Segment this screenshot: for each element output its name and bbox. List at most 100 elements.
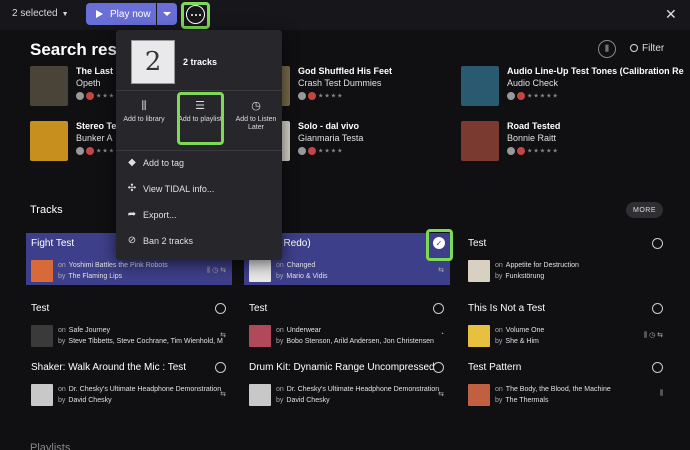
on-label: on — [58, 327, 66, 334]
track-artist-line: by David Chesky — [58, 397, 112, 404]
filter-label: Filter — [642, 43, 665, 54]
selection-count-dropdown[interactable]: 2 selected ▼ — [12, 8, 69, 19]
track-card[interactable]: Test on Safe Journey by Steve Tibbetts, Stev… — [26, 298, 232, 350]
album-card[interactable]: Road Tested Bonnie Raitt ★★★★★ — [461, 121, 681, 161]
by-label: by — [276, 338, 284, 345]
play-options-dropdown[interactable] — [157, 3, 177, 25]
track-status-icons: ⇆ — [220, 391, 226, 398]
track-artist-link[interactable]: The Flaming Lips — [68, 273, 122, 280]
track-artist-link[interactable]: Mario & Vidis — [286, 273, 327, 280]
track-artist-link[interactable]: Bobo Stenson, Arild Andersen, Jon Christ… — [286, 338, 433, 345]
by-label: by — [495, 338, 503, 345]
star-rating: ★★★★★ — [527, 148, 559, 155]
track-artist-link[interactable]: Steve Tibbetts, Steve Cochrane, Tim Wien… — [68, 338, 222, 345]
menu-item-ban[interactable]: ⊘ Ban 2 tracks — [116, 230, 282, 254]
track-album-line: on Appetite for Destruction — [495, 262, 579, 269]
library-filter-icon[interactable]: ⫼ — [598, 40, 616, 58]
library-action[interactable]: ⫼ Add to library — [120, 100, 168, 124]
clock-action[interactable]: ◷ Add to Listen Later — [232, 100, 280, 132]
track-title: Shaker: Walk Around the Mic : Test — [31, 362, 187, 373]
more-options-button[interactable] — [186, 5, 205, 24]
track-album-line: on Dr. Chesky's Ultimate Headphone Demons… — [276, 386, 439, 393]
track-album-link[interactable]: Changed — [287, 262, 315, 269]
album-title: Road Tested — [507, 121, 561, 131]
tag-icon: ◆ — [128, 157, 136, 168]
track-artist-line: by Funkstörung — [495, 273, 544, 280]
track-album-link[interactable]: The Body, the Blood, the Machine — [506, 386, 611, 393]
select-radio[interactable] — [433, 303, 444, 314]
track-album-link[interactable]: Yoshimi Battles the Pink Robots — [69, 262, 168, 269]
track-cover — [468, 260, 490, 282]
track-album-link[interactable]: Dr. Chesky's Ultimate Headphone Demonstr… — [69, 386, 221, 393]
track-artist-link[interactable]: David Chesky — [68, 397, 111, 404]
track-card[interactable]: Drum Kit: Dynamic Range Uncompressed on Dr… — [244, 357, 450, 409]
album-card[interactable]: God Shuffled His Feet Crash Test Dummies ★… — [252, 66, 472, 106]
quality-badge-icon — [76, 92, 84, 100]
select-radio[interactable] — [215, 303, 226, 314]
track-artist-line: by The Flaming Lips — [58, 273, 122, 280]
menu-item-tidal[interactable]: ✣ View TIDAL info... — [116, 178, 282, 202]
track-card[interactable]: Test on Appetite for Destruction by Funkstör… — [463, 233, 669, 285]
track-album-line: on Underwear — [276, 327, 321, 334]
ban-icon: ⊘ — [127, 235, 137, 246]
play-icon — [96, 10, 103, 18]
track-card[interactable]: Test on Underwear by Bobo Stenson, Arild And… — [244, 298, 450, 350]
track-album-line: on Safe Journey — [58, 327, 110, 334]
track-artist-line: by Steve Tibbetts, Steve Cochrane, Tim Wi… — [58, 338, 223, 345]
track-card[interactable]: This Is Not a Test on Volume One by She & Hi… — [463, 298, 669, 350]
track-artist-link[interactable]: The Thermals — [505, 397, 548, 404]
on-label: on — [58, 262, 66, 269]
album-card[interactable]: Audio Line-Up Test Tones (Calibration Re… — [461, 66, 684, 106]
divider — [116, 150, 282, 151]
quality-badge-icon — [507, 147, 515, 155]
by-label: by — [276, 397, 284, 404]
filter-button[interactable]: Filter — [630, 43, 664, 54]
track-cover — [468, 325, 490, 347]
track-album-link[interactable]: Safe Journey — [69, 327, 110, 334]
track-title: Drum Kit: Dynamic Range Uncompressed — [249, 362, 435, 373]
album-title: Stereo Te — [76, 121, 117, 131]
track-card[interactable]: Test Pattern on The Body, the Blood, the M… — [463, 357, 669, 409]
track-artist-link[interactable]: She & Him — [505, 338, 538, 345]
explicit-badge-icon — [517, 147, 525, 155]
track-artist-link[interactable]: Funkstörung — [505, 273, 544, 280]
track-album-line: on Yoshimi Battles the Pink Robots — [58, 262, 168, 269]
select-radio[interactable] — [215, 362, 226, 373]
more-tracks-button[interactable]: MORE — [626, 202, 663, 218]
track-album-link[interactable]: Dr. Chesky's Ultimate Headphone Demonstr… — [287, 386, 439, 393]
select-radio[interactable] — [433, 362, 444, 373]
select-radio[interactable] — [652, 238, 663, 249]
select-radio[interactable] — [652, 303, 663, 314]
export-icon: ➦ — [127, 209, 137, 220]
play-now-button[interactable]: Play now — [86, 3, 156, 25]
track-card[interactable]: Shaker: Walk Around the Mic : Test on Dr. … — [26, 357, 232, 409]
library-icon: ⫼ — [141, 100, 147, 112]
track-album-link[interactable]: Underwear — [287, 327, 321, 334]
track-title: Test — [249, 303, 268, 314]
track-album-link[interactable]: Volume One — [506, 327, 545, 334]
close-icon[interactable]: ✕ — [665, 6, 677, 23]
menu-item-label: Ban 2 tracks — [143, 236, 194, 246]
quality-badge-icon — [76, 147, 84, 155]
on-label: on — [495, 327, 503, 334]
playlists-section-title: Playlists — [30, 442, 71, 450]
explicit-badge-icon — [308, 92, 316, 100]
divider — [116, 90, 282, 91]
menu-item-tag[interactable]: ◆ Add to tag — [116, 152, 282, 176]
track-cover — [249, 384, 271, 406]
action-label: Add to library — [123, 116, 165, 123]
on-label: on — [276, 327, 284, 334]
track-artist-line: by The Thermals — [495, 397, 548, 404]
checkmark-icon[interactable]: ✓ — [433, 237, 445, 249]
album-card[interactable]: Solo - dal vivo Gianmaria Testa ★★★★ — [252, 121, 472, 161]
track-album-link[interactable]: Appetite for Destruction — [506, 262, 579, 269]
menu-item-export[interactable]: ➦ Export... — [116, 204, 282, 228]
selection-count-label: 2 selected — [12, 8, 58, 19]
on-label: on — [276, 386, 284, 393]
album-rating: ★★★★ — [298, 92, 344, 100]
tracks-section-title: Tracks — [30, 204, 63, 216]
album-artist: Gianmaria Testa — [298, 133, 364, 143]
track-artist-link[interactable]: David Chesky — [286, 397, 329, 404]
album-rating: ★★★★ — [76, 147, 122, 155]
select-radio[interactable] — [652, 362, 663, 373]
